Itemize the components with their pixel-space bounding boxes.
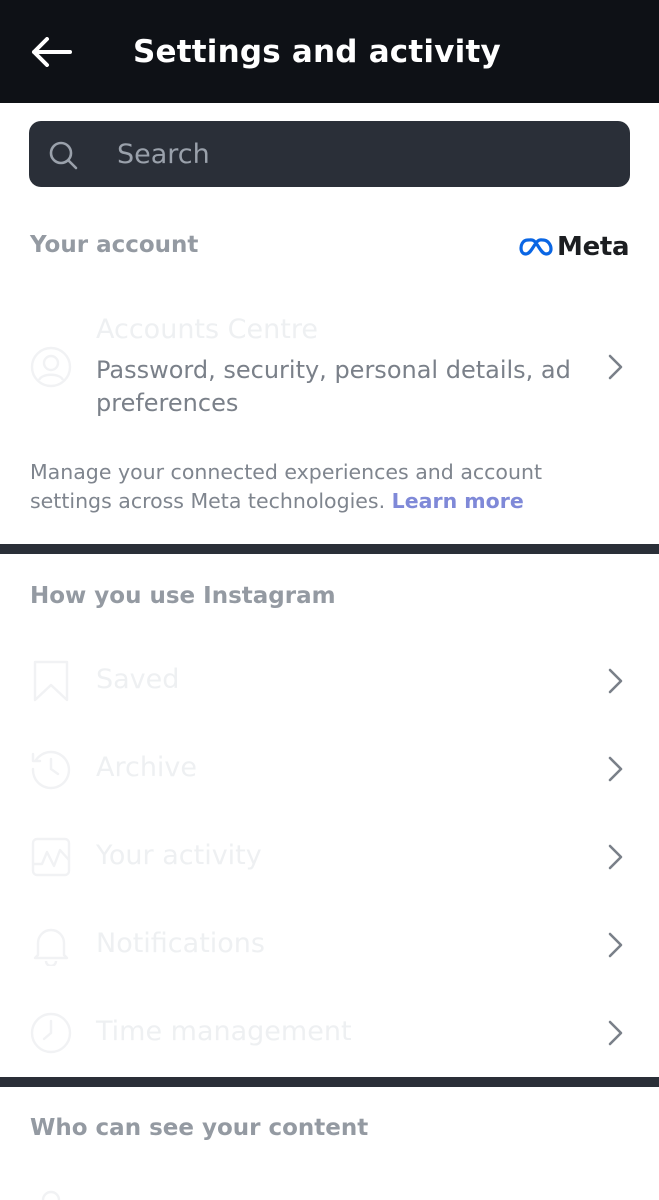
learn-more-link[interactable]: Learn more [392,489,524,513]
clock-icon [30,1012,72,1054]
chevron-right-icon [608,354,623,380]
chevron-right-icon [608,932,623,958]
menu-item-label: Saved [96,664,180,695]
meta-infinity-icon [519,238,553,256]
chevron-right-icon [608,844,623,870]
menu-item-label: Your activity [96,840,262,871]
menu-item-archive[interactable]: Archive [0,725,659,813]
section-heading-your-account: Your account [30,232,199,258]
section-heading-how-you-use: How you use Instagram [30,583,336,609]
menu-item-your-activity[interactable]: Your activity [0,813,659,901]
arrow-left-icon [32,37,72,67]
chevron-right-icon [608,1020,623,1046]
activity-icon [31,837,71,877]
search-input[interactable] [117,135,597,173]
archive-icon [31,750,71,790]
menu-item-label: Time management [96,1016,352,1047]
menu-item-time-management[interactable]: Time management [0,989,659,1077]
page-title: Settings and activity [133,34,501,70]
section-divider [0,544,659,554]
search-icon [49,141,78,170]
accounts-centre-row[interactable]: Accounts Centre Password, security, pers… [0,300,659,430]
bookmark-icon [33,660,69,702]
back-button[interactable] [28,30,74,74]
bell-icon [33,928,69,966]
meta-wordmark: Meta [557,232,630,262]
accounts-centre-subtitle: Password, security, personal details, ad… [96,356,571,417]
chevron-right-icon [608,756,623,782]
section-heading-who-can-see: Who can see your content [30,1115,369,1141]
chevron-right-icon [608,668,623,694]
menu-item-saved[interactable]: Saved [0,637,659,725]
top-app-bar: Settings and activity [0,0,659,103]
accounts-help-text: Manage your connected experiences and ac… [30,458,630,516]
meta-logo: Meta [519,231,630,263]
menu-item-label: Archive [96,752,198,783]
menu-item-notifications[interactable]: Notifications [0,901,659,989]
section-divider [0,1077,659,1087]
partial-row-icon [41,1190,61,1200]
user-circle-icon [30,346,72,388]
accounts-centre-title: Accounts Centre [96,314,318,345]
menu-item-label: Notifications [96,928,265,959]
search-bar[interactable] [29,121,630,187]
